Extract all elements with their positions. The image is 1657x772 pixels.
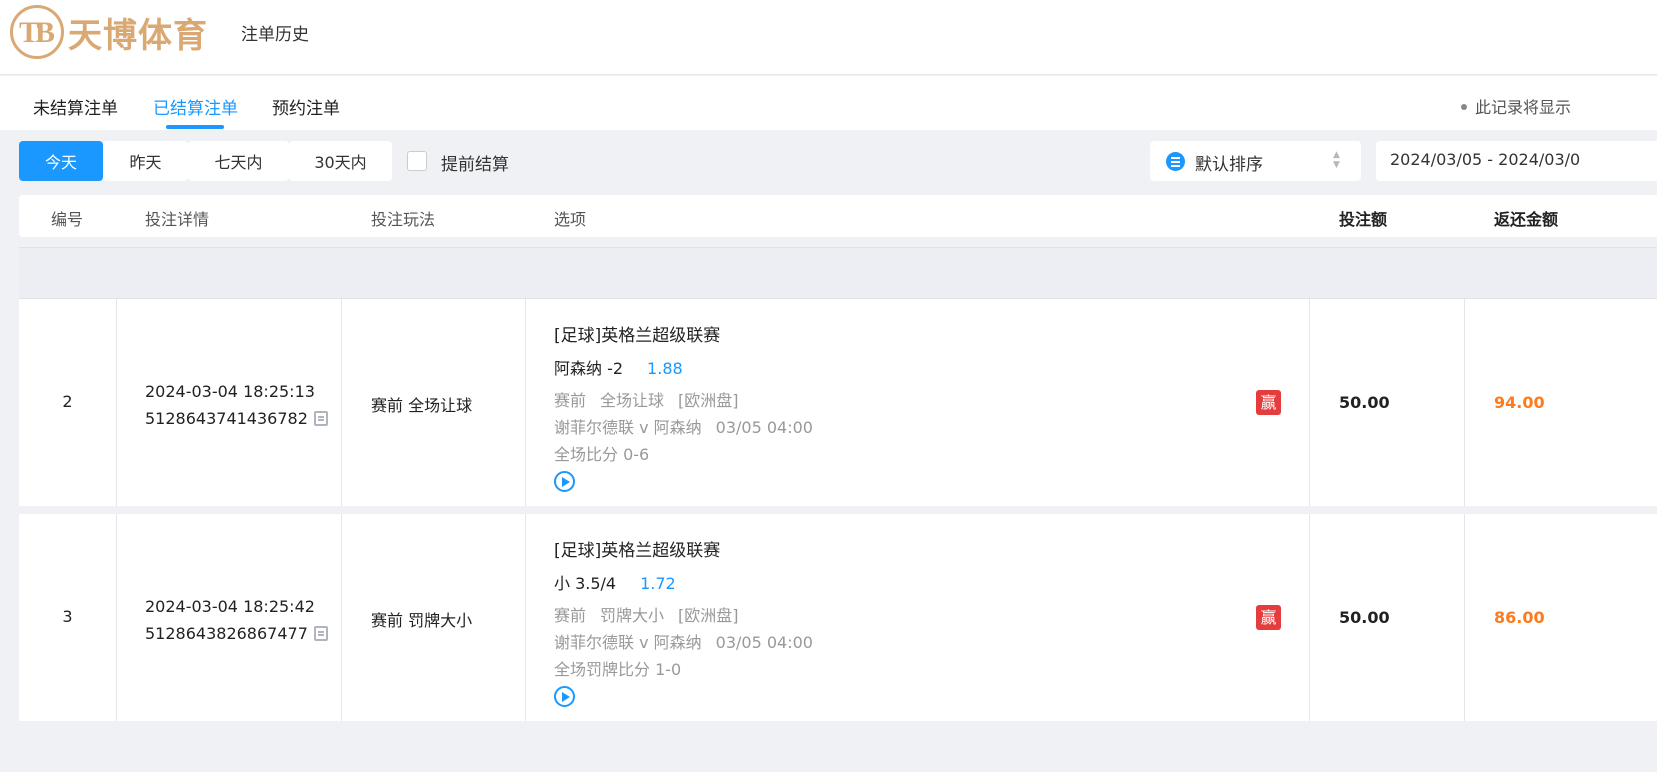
odds-value: 1.88 [647, 359, 683, 378]
table-row: 3 2024-03-04 18:25:42 5128643826867477 赛… [19, 514, 1657, 721]
col-header-return: 返还金额 [1494, 210, 1559, 229]
col-header-detail: 投注详情 [145, 210, 210, 229]
row-number: 2 [62, 392, 73, 411]
cell-divider [116, 299, 117, 506]
match-label: 谢菲尔德联 v 阿森纳 [554, 418, 702, 437]
cell-divider [1309, 514, 1310, 721]
tab-unsettled[interactable]: 未结算注单 [33, 94, 118, 119]
col-header-stake: 投注额 [1339, 210, 1388, 229]
league-name: [足球]英格兰超级联赛 [554, 326, 721, 346]
odds-type-label: [欧洲盘] [678, 606, 739, 625]
play-video-icon[interactable] [554, 471, 575, 492]
score-label: 全场罚牌比分 1-0 [554, 660, 682, 679]
match-label: 谢菲尔德联 v 阿森纳 [554, 633, 702, 652]
bet-play-type: 赛前 全场让球 [371, 396, 473, 415]
cell-divider [341, 514, 342, 721]
logo-mark-icon [10, 5, 64, 59]
stage-label: 赛前 [554, 606, 587, 625]
bet-selection: [足球]英格兰超级联赛 阿森纳 -2 1.88 赛前 全场让球 [欧洲盘] 谢菲尔德联… [554, 321, 827, 492]
play-video-icon[interactable] [554, 686, 575, 707]
row-number: 3 [62, 607, 73, 626]
order-id: 5128643741436782 [145, 409, 308, 428]
cell-divider [1464, 514, 1465, 721]
cell-divider [1309, 299, 1310, 506]
market-label: 罚牌大小 [600, 606, 665, 625]
range-yesterday-button[interactable]: 昨天 [103, 141, 188, 181]
filter-bar: 今天 昨天 七天内 30天内 提前结算 默认排序 ▲ ▼ 2024/03/05 -… [0, 130, 1657, 194]
early-settle-label[interactable]: 提前结算 [441, 150, 509, 175]
early-settle-checkbox[interactable] [407, 151, 427, 171]
cell-divider [525, 514, 526, 721]
tab-scheduled[interactable]: 预约注单 [272, 94, 340, 119]
stake-amount: 50.00 [1339, 393, 1390, 412]
bet-detail: 2024-03-04 18:25:42 5128643826867477 [145, 593, 328, 647]
tabs-bar: 未结算注单 已结算注单 预约注单 此记录将显示 [0, 76, 1657, 130]
sort-select[interactable]: 默认排序 ▲ ▼ [1150, 141, 1361, 181]
bet-detail: 2024-03-04 18:25:13 5128643741436782 [145, 378, 328, 432]
stake-amount: 50.00 [1339, 608, 1390, 627]
sort-label: 默认排序 [1195, 155, 1263, 175]
date-range-picker[interactable]: 2024/03/05 - 2024/03/0 [1376, 141, 1657, 181]
market-label: 全场让球 [600, 391, 665, 410]
date-range-text: 2024/03/05 - 2024/03/0 [1390, 150, 1581, 169]
table-header: 编号 投注详情 投注玩法 选项 投注额 返还金额 [19, 195, 1657, 237]
odds-type-label: [欧洲盘] [678, 391, 739, 410]
cell-divider [1464, 299, 1465, 506]
range-30days-button[interactable]: 30天内 [289, 141, 392, 181]
return-amount: 94.00 [1494, 393, 1545, 412]
odds-value: 1.72 [640, 574, 676, 593]
return-amount: 86.00 [1494, 608, 1545, 627]
tab-settled[interactable]: 已结算注单 [153, 94, 238, 119]
copy-icon[interactable] [313, 626, 328, 641]
cell-divider [341, 299, 342, 506]
cell-divider [116, 514, 117, 721]
col-header-play: 投注玩法 [371, 210, 436, 229]
score-label: 全场比分 0-6 [554, 445, 650, 464]
win-badge: 赢 [1256, 390, 1281, 415]
col-header-no: 编号 [51, 210, 84, 229]
logo-text: 天博体育 [68, 15, 208, 56]
range-today-button[interactable]: 今天 [19, 141, 103, 181]
sort-list-icon [1166, 152, 1185, 171]
cell-divider [525, 299, 526, 506]
sort-arrows-icon: ▲ ▼ [1333, 150, 1340, 170]
active-tab-indicator [166, 125, 224, 129]
bet-time: 2024-03-04 18:25:13 [145, 382, 315, 401]
stage-label: 赛前 [554, 391, 587, 410]
pick-label: 阿森纳 -2 [554, 359, 624, 378]
top-bar: 天博体育 注单历史 [0, 0, 1657, 75]
brand-logo[interactable]: 天博体育 [10, 4, 208, 60]
notice-text: 此记录将显示 [1461, 94, 1571, 118]
empty-group-row [19, 247, 1657, 299]
copy-icon[interactable] [313, 411, 328, 426]
range-7days-button[interactable]: 七天内 [188, 141, 289, 181]
kickoff-time: 03/05 04:00 [715, 633, 813, 652]
win-badge: 赢 [1256, 605, 1281, 630]
bet-time: 2024-03-04 18:25:42 [145, 597, 315, 616]
bet-selection: [足球]英格兰超级联赛 小 3.5/4 1.72 赛前 罚牌大小 [欧洲盘] 谢菲尔德… [554, 536, 827, 707]
order-id: 5128643826867477 [145, 624, 308, 643]
kickoff-time: 03/05 04:00 [715, 418, 813, 437]
col-header-selection: 选项 [554, 210, 587, 229]
table-row: 2 2024-03-04 18:25:13 5128643741436782 赛… [19, 299, 1657, 506]
page-title: 注单历史 [241, 25, 309, 45]
pick-label: 小 3.5/4 [554, 574, 617, 593]
bet-play-type: 赛前 罚牌大小 [371, 611, 473, 630]
league-name: [足球]英格兰超级联赛 [554, 541, 721, 561]
